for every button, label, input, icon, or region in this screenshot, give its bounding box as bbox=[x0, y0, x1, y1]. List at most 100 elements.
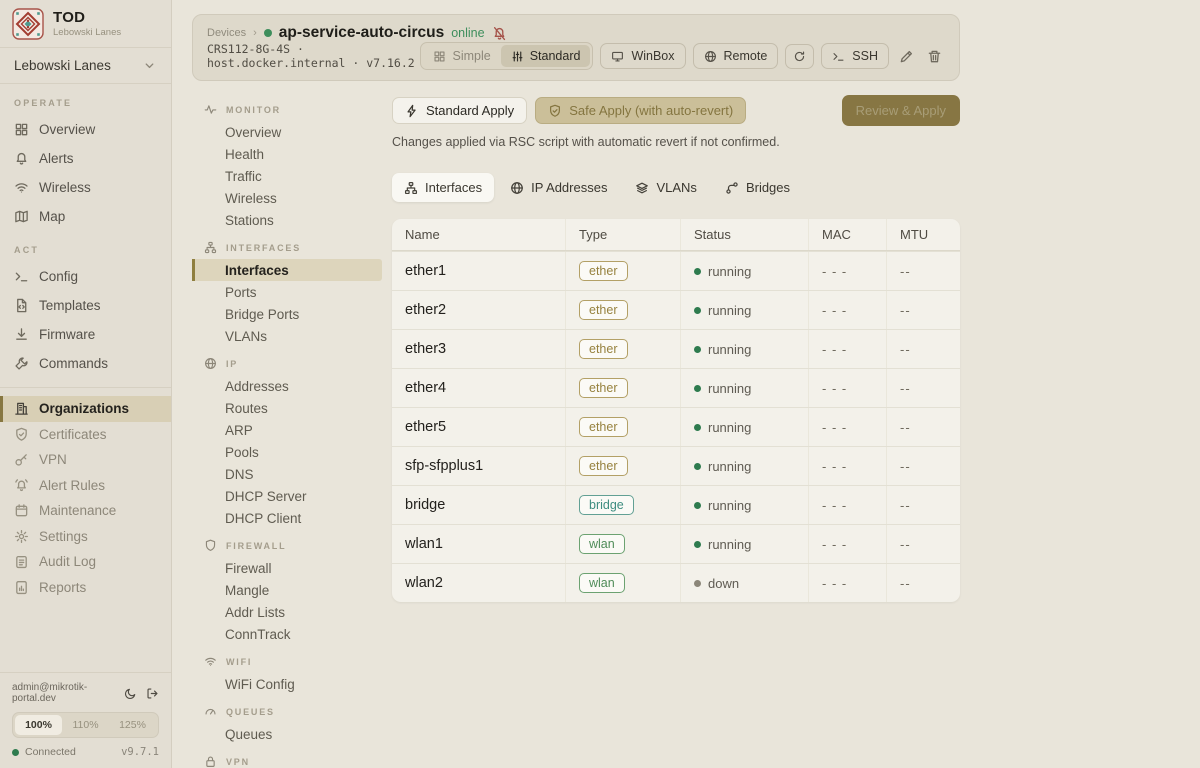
tab-ip-addresses[interactable]: IP Addresses bbox=[498, 173, 619, 202]
tab-vlans[interactable]: VLANs bbox=[623, 173, 708, 202]
sidebar-item-commands[interactable]: Commands bbox=[0, 349, 171, 378]
status-dot bbox=[694, 580, 701, 587]
sidebar-item-label: Alerts bbox=[39, 151, 74, 166]
sidebar-item-label: Organizations bbox=[39, 401, 129, 416]
zoom-option-100[interactable]: 100% bbox=[15, 715, 62, 735]
status-dot bbox=[694, 424, 701, 431]
type-badge: ether bbox=[579, 456, 628, 476]
bell-slash-icon[interactable] bbox=[492, 26, 507, 41]
table-row[interactable]: ether1 ether running - - - -- bbox=[392, 251, 960, 290]
sidebar-item-maintenance[interactable]: Maintenance bbox=[0, 498, 171, 524]
mtu-value: -- bbox=[886, 330, 960, 368]
subnav-item-mangle[interactable]: Mangle bbox=[192, 579, 382, 601]
type-badge: bridge bbox=[579, 495, 634, 515]
tab-interfaces[interactable]: Interfaces bbox=[392, 173, 494, 202]
tab-bridges[interactable]: Bridges bbox=[713, 173, 802, 202]
mac-value: - - - bbox=[808, 291, 886, 329]
refresh-button[interactable] bbox=[785, 44, 814, 69]
shield-check-icon bbox=[548, 104, 562, 118]
refresh-icon bbox=[793, 50, 806, 63]
table-row[interactable]: wlan1 wlan running - - - -- bbox=[392, 524, 960, 563]
sidebar-item-certificates[interactable]: Certificates bbox=[0, 422, 171, 448]
logout-icon[interactable] bbox=[146, 687, 159, 700]
primary-sidebar: TOD Lebowski Lanes Lebowski Lanes OPERAT… bbox=[0, 0, 172, 768]
subnav-item-stations[interactable]: Stations bbox=[192, 209, 382, 231]
sidebar-item-label: Firmware bbox=[39, 327, 95, 342]
subnav-item-dns[interactable]: DNS bbox=[192, 463, 382, 485]
sidebar-item-overview[interactable]: Overview bbox=[0, 115, 171, 144]
subnav-item-ports[interactable]: Ports bbox=[192, 281, 382, 303]
sidebar-item-config[interactable]: Config bbox=[0, 262, 171, 291]
interface-name: ether2 bbox=[392, 291, 565, 329]
subnav-section-interfaces: INTERFACES bbox=[192, 231, 392, 259]
delete-device-button[interactable] bbox=[924, 49, 945, 64]
sidebar-item-alert-rules[interactable]: Alert Rules bbox=[0, 473, 171, 499]
breadcrumb[interactable]: Devices bbox=[207, 27, 246, 39]
subnav-item-wifi-config[interactable]: WiFi Config bbox=[192, 673, 382, 695]
table-row[interactable]: ether4 ether running - - - -- bbox=[392, 368, 960, 407]
tab-label: VLANs bbox=[656, 180, 696, 195]
safe-apply-button[interactable]: Safe Apply (with auto-revert) bbox=[535, 97, 746, 124]
sidebar-item-vpn[interactable]: VPN bbox=[0, 447, 171, 473]
sidebar-item-organizations[interactable]: Organizations bbox=[0, 396, 171, 422]
globe-icon bbox=[204, 357, 217, 370]
mtu-value: -- bbox=[886, 525, 960, 563]
status-label: running bbox=[708, 420, 751, 435]
main-column: Devices › ap-service-auto-circus online … bbox=[172, 0, 1200, 768]
column-header-type: Type bbox=[565, 219, 680, 250]
table-row[interactable]: ether5 ether running - - - -- bbox=[392, 407, 960, 446]
subnav-item-traffic[interactable]: Traffic bbox=[192, 165, 382, 187]
standard-apply-button[interactable]: Standard Apply bbox=[392, 97, 527, 124]
sidebar-item-label: Wireless bbox=[39, 180, 91, 195]
subnav-item-overview[interactable]: Overview bbox=[192, 121, 382, 143]
zoom-option-125[interactable]: 125% bbox=[109, 715, 156, 735]
subnav-item-routes[interactable]: Routes bbox=[192, 397, 382, 419]
table-row[interactable]: ether2 ether running - - - -- bbox=[392, 290, 960, 329]
subnav-item-addr-lists[interactable]: Addr Lists bbox=[192, 601, 382, 623]
subnav-item-bridge-ports[interactable]: Bridge Ports bbox=[192, 303, 382, 325]
sidebar-item-firmware[interactable]: Firmware bbox=[0, 320, 171, 349]
subnav-item-dhcp-client[interactable]: DHCP Client bbox=[192, 507, 382, 529]
network-icon bbox=[204, 241, 217, 254]
dark-mode-moon-icon[interactable] bbox=[124, 687, 137, 700]
tab-label: Interfaces bbox=[425, 180, 482, 195]
mtu-value: -- bbox=[886, 564, 960, 602]
gauge-icon bbox=[204, 705, 217, 718]
app-subtitle: Lebowski Lanes bbox=[53, 27, 121, 38]
sidebar-item-settings[interactable]: Settings bbox=[0, 524, 171, 550]
subnav-item-dhcp-server[interactable]: DHCP Server bbox=[192, 485, 382, 507]
status-label: running bbox=[708, 381, 751, 396]
sidebar-section-operate: OPERATE bbox=[0, 84, 171, 115]
subnav-item-conntrack[interactable]: ConnTrack bbox=[192, 623, 382, 645]
sidebar-item-reports[interactable]: Reports bbox=[0, 575, 171, 601]
view-mode-simple[interactable]: Simple bbox=[423, 45, 500, 67]
subnav-item-arp[interactable]: ARP bbox=[192, 419, 382, 441]
subnav-item-interfaces[interactable]: Interfaces bbox=[192, 259, 382, 281]
sidebar-item-wireless[interactable]: Wireless bbox=[0, 173, 171, 202]
sidebar-item-alerts[interactable]: Alerts bbox=[0, 144, 171, 173]
winbox-button[interactable]: WinBox bbox=[600, 43, 685, 69]
subnav-item-pools[interactable]: Pools bbox=[192, 441, 382, 463]
safe-apply-label: Safe Apply (with auto-revert) bbox=[569, 103, 733, 118]
review-apply-button[interactable]: Review & Apply bbox=[842, 95, 960, 126]
edit-device-button[interactable] bbox=[896, 49, 917, 64]
sidebar-item-audit-log[interactable]: Audit Log bbox=[0, 549, 171, 575]
table-row[interactable]: bridge bridge running - - - -- bbox=[392, 485, 960, 524]
subnav-item-health[interactable]: Health bbox=[192, 143, 382, 165]
sidebar-item-templates[interactable]: Templates bbox=[0, 291, 171, 320]
remote-button[interactable]: Remote bbox=[693, 43, 779, 69]
org-selector[interactable]: Lebowski Lanes bbox=[0, 48, 171, 84]
subnav-item-vlans[interactable]: VLANs bbox=[192, 325, 382, 347]
zoom-option-110[interactable]: 110% bbox=[62, 715, 109, 735]
view-mode-standard[interactable]: Standard bbox=[501, 45, 591, 67]
table-row[interactable]: ether3 ether running - - - -- bbox=[392, 329, 960, 368]
sidebar-item-map[interactable]: Map bbox=[0, 202, 171, 231]
sidebar-item-label: Commands bbox=[39, 356, 108, 371]
table-row[interactable]: wlan2 wlan down - - - -- bbox=[392, 563, 960, 602]
subnav-item-queues[interactable]: Queues bbox=[192, 723, 382, 745]
table-row[interactable]: sfp-sfpplus1 ether running - - - -- bbox=[392, 446, 960, 485]
subnav-item-wireless[interactable]: Wireless bbox=[192, 187, 382, 209]
subnav-item-firewall[interactable]: Firewall bbox=[192, 557, 382, 579]
subnav-item-addresses[interactable]: Addresses bbox=[192, 375, 382, 397]
ssh-button[interactable]: SSH bbox=[821, 43, 889, 69]
